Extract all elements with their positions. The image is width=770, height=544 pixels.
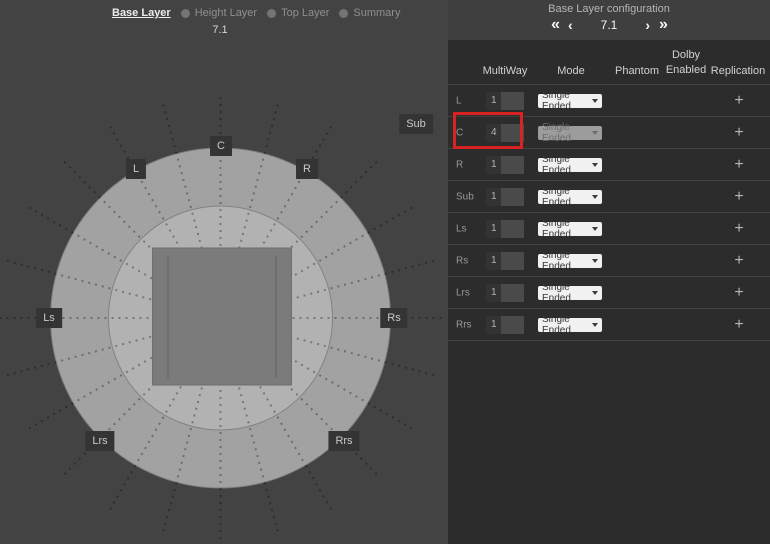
mode-select-value: Single Ended (542, 250, 592, 272)
column-header-mode: Mode (557, 65, 585, 77)
add-replication-button[interactable]: + (729, 123, 749, 143)
multiway-input[interactable]: 1 (486, 220, 524, 238)
chevron-down-icon (592, 163, 598, 167)
channel-row-c: C 4 Single Ended + (448, 116, 770, 148)
channel-label: Rrs (456, 319, 472, 330)
chevron-down-icon (592, 291, 598, 295)
nav-current-value: 7.1 (601, 18, 618, 32)
panel-title: Base Layer configuration (448, 0, 770, 15)
table-header: MultiWay Mode Phantom Dolby Enabled Repl… (448, 40, 770, 84)
add-replication-button[interactable]: + (729, 315, 749, 335)
channel-label: L (456, 95, 462, 106)
add-replication-button[interactable]: + (729, 187, 749, 207)
multiway-input[interactable]: 1 (486, 316, 524, 334)
mode-select-value: Single Ended (542, 90, 592, 112)
speaker-label-sub: Sub (399, 114, 433, 134)
channel-label: Sub (456, 191, 474, 202)
mode-select[interactable]: Single Ended (538, 222, 602, 236)
speaker-diagram-pane: Base Layer Height Layer Top Layer Summary 7… (0, 0, 448, 544)
multiway-input[interactable]: 1 (486, 156, 524, 174)
multiway-input[interactable]: 4 (486, 124, 524, 142)
layer-tabs: Base Layer Height Layer Top Layer Summary (112, 7, 400, 19)
add-replication-button[interactable]: + (729, 91, 749, 111)
multiway-input[interactable]: 1 (486, 188, 524, 206)
mode-select[interactable]: Single Ended (538, 190, 602, 204)
speaker-label-rs: Rs (380, 308, 407, 328)
nav-next-button[interactable]: › (645, 17, 650, 33)
chevron-down-icon (592, 259, 598, 263)
channel-label: R (456, 159, 463, 170)
multiway-input[interactable]: 1 (486, 92, 524, 110)
mode-select[interactable]: Single Ended (538, 158, 602, 172)
channel-row-rrs: Rrs 1 Single Ended + (448, 308, 770, 340)
channel-row-lrs: Lrs 1 Single Ended + (448, 276, 770, 308)
tab-base-layer[interactable]: Base Layer (112, 7, 171, 19)
multiway-input[interactable]: 1 (486, 252, 524, 270)
channel-row-rs: Rs 1 Single Ended + (448, 244, 770, 276)
layout-value: 7.1 (196, 24, 244, 36)
tab-label: Top Layer (281, 7, 329, 19)
channel-row-r: R 1 Single Ended + (448, 148, 770, 180)
channel-label: Lrs (456, 287, 470, 298)
chevron-down-icon (592, 227, 598, 231)
multiway-input[interactable]: 1 (486, 284, 524, 302)
chevron-down-icon (592, 323, 598, 327)
chevron-down-icon (592, 131, 598, 135)
chevron-down-icon (592, 195, 598, 199)
mode-select-value: Single Ended (542, 186, 592, 208)
tab-height-layer[interactable]: Height Layer (181, 7, 257, 19)
mode-select[interactable]: Single Ended (538, 318, 602, 332)
nav-last-button[interactable]: » (659, 16, 667, 34)
tab-top-layer[interactable]: Top Layer (267, 7, 329, 19)
listening-area-square (153, 248, 292, 385)
speaker-layout-diagram (0, 0, 448, 544)
channel-label: C (456, 127, 463, 138)
mode-select[interactable]: Single Ended (538, 94, 602, 108)
channel-row-l: L 1 Single Ended + (448, 84, 770, 116)
tab-summary[interactable]: Summary (339, 7, 400, 19)
tab-label: Height Layer (195, 7, 257, 19)
channel-row-sub: Sub 1 Single Ended + (448, 180, 770, 212)
radio-icon (181, 9, 190, 18)
column-header-dolby-enabled: Dolby Enabled (660, 48, 712, 77)
mode-select-value: Single Ended (542, 218, 592, 240)
add-replication-button[interactable]: + (729, 219, 749, 239)
tab-label: Base Layer (112, 7, 171, 19)
add-replication-button[interactable]: + (729, 251, 749, 271)
column-header-phantom: Phantom (615, 65, 659, 77)
config-panel-header: Base Layer configuration « ‹ 7.1 › » (448, 0, 770, 40)
add-replication-button[interactable]: + (729, 155, 749, 175)
speaker-label-ls: Ls (36, 308, 62, 328)
channel-table: MultiWay Mode Phantom Dolby Enabled Repl… (448, 40, 770, 544)
mode-select[interactable]: Single Ended (538, 286, 602, 300)
channel-label: Rs (456, 255, 468, 266)
mode-select-value: Single Ended (542, 122, 592, 144)
speaker-label-lrs: Lrs (85, 431, 114, 451)
add-replication-button[interactable]: + (729, 283, 749, 303)
speaker-config-app: Base Layer Height Layer Top Layer Summary 7… (0, 0, 770, 544)
mode-select[interactable]: Single Ended (538, 254, 602, 268)
nav-first-button[interactable]: « (551, 16, 559, 34)
mode-select-value: Single Ended (542, 154, 592, 176)
layout-navigation: « ‹ 7.1 › » (448, 16, 770, 34)
chevron-down-icon (592, 99, 598, 103)
speaker-label-r: R (296, 159, 318, 179)
radio-icon (267, 9, 276, 18)
speaker-label-rrs: Rrs (328, 431, 359, 451)
column-header-replication: Replication (711, 65, 765, 77)
nav-prev-button[interactable]: ‹ (568, 17, 573, 33)
mode-select-value: Single Ended (542, 314, 592, 336)
radio-icon (339, 9, 348, 18)
mode-select: Single Ended (538, 126, 602, 140)
config-panel: Base Layer configuration « ‹ 7.1 › » Mul… (448, 0, 770, 544)
channel-row-ls: Ls 1 Single Ended + (448, 212, 770, 244)
column-header-multiway: MultiWay (483, 65, 528, 77)
channel-rows: L 1 Single Ended + C 4 Single Ended + R 1 Single E… (448, 84, 770, 341)
channel-label: Ls (456, 223, 467, 234)
mode-select-value: Single Ended (542, 282, 592, 304)
tab-label: Summary (353, 7, 400, 19)
speaker-label-l: L (126, 159, 146, 179)
speaker-label-c: C (210, 136, 232, 156)
